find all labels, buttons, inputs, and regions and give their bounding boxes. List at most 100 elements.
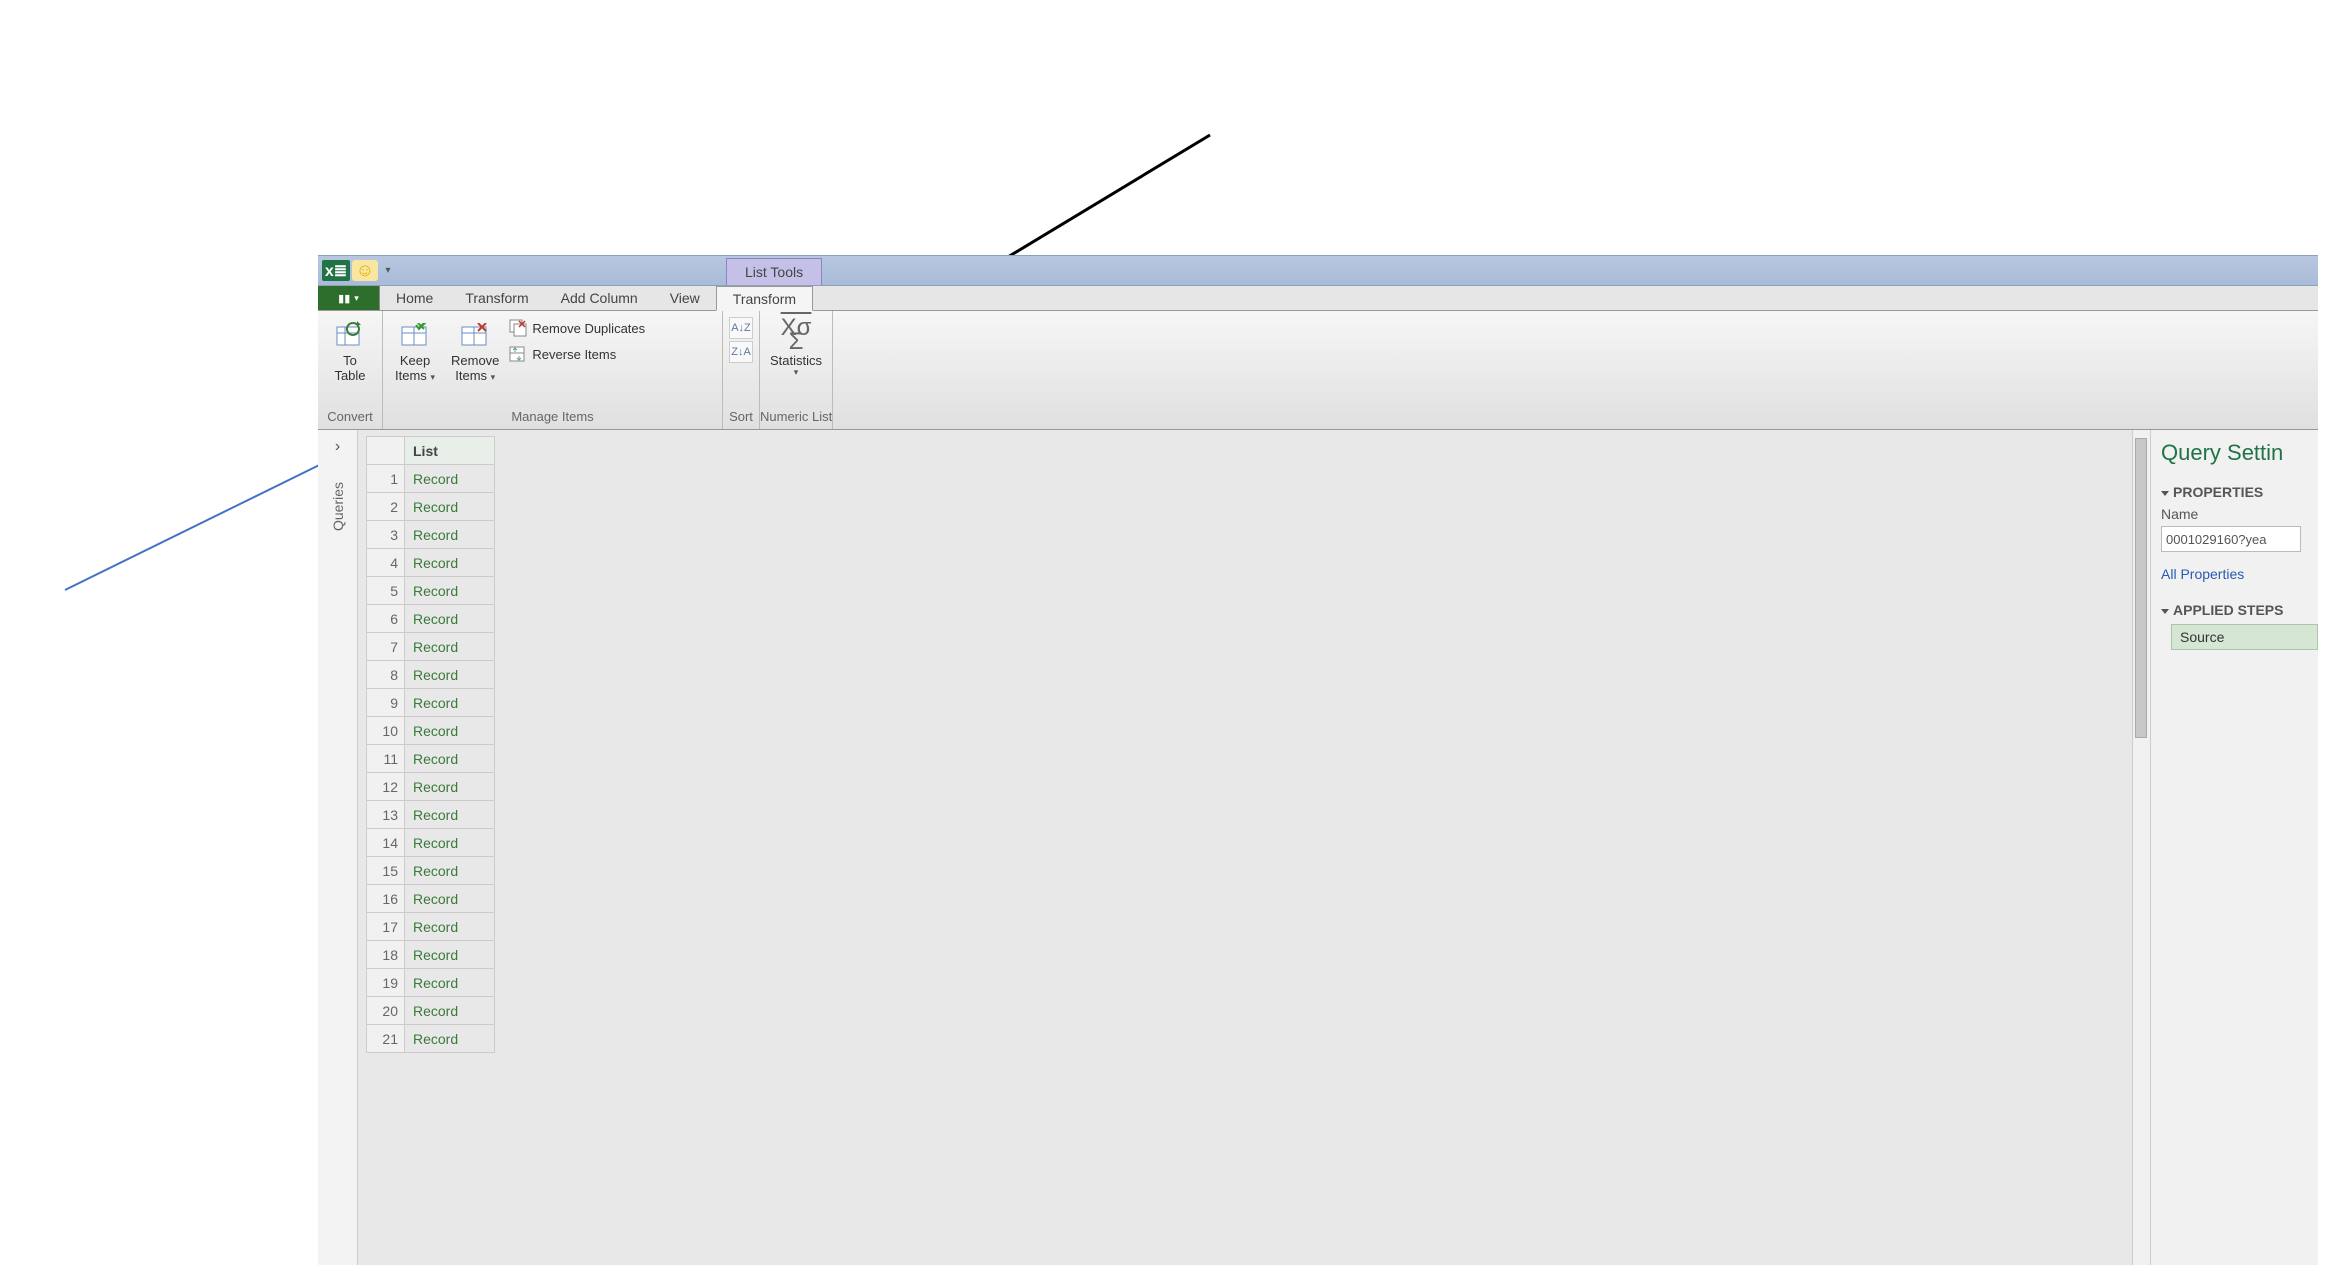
table-row[interactable]: 21Record	[367, 1025, 495, 1053]
name-input[interactable]	[2161, 526, 2301, 552]
statistics-label: Statistics	[770, 353, 822, 368]
table-row[interactable]: 17Record	[367, 913, 495, 941]
record-cell[interactable]: Record	[405, 549, 495, 577]
record-cell[interactable]: Record	[405, 605, 495, 633]
table-row[interactable]: 3Record	[367, 521, 495, 549]
record-cell[interactable]: Record	[405, 1025, 495, 1053]
table-row[interactable]: 6Record	[367, 605, 495, 633]
record-cell[interactable]: Record	[405, 521, 495, 549]
to-table-button[interactable]: To Table	[324, 315, 376, 385]
remove-items-icon	[460, 317, 490, 353]
table-row[interactable]: 14Record	[367, 829, 495, 857]
scrollbar-thumb[interactable]	[2135, 438, 2147, 738]
vertical-scrollbar[interactable]	[2132, 430, 2150, 1265]
table-row[interactable]: 4Record	[367, 549, 495, 577]
remove-items-button[interactable]: Remove Items ▾	[447, 315, 503, 385]
row-number[interactable]: 17	[367, 913, 405, 941]
table-row[interactable]: 11Record	[367, 745, 495, 773]
table-row[interactable]: 16Record	[367, 885, 495, 913]
keep-items-icon	[400, 317, 430, 353]
keep-items-label-1: Keep	[400, 353, 430, 368]
row-number[interactable]: 11	[367, 745, 405, 773]
file-tab[interactable]: ▮▮▾	[318, 286, 380, 310]
record-cell[interactable]: Record	[405, 465, 495, 493]
qat-dropdown[interactable]: ▾	[380, 256, 396, 285]
table-row[interactable]: 15Record	[367, 857, 495, 885]
data-grid[interactable]: List 1Record2Record3Record4Record5Record…	[366, 436, 495, 1053]
record-cell[interactable]: Record	[405, 689, 495, 717]
row-number[interactable]: 19	[367, 969, 405, 997]
row-number[interactable]: 7	[367, 633, 405, 661]
table-row[interactable]: 19Record	[367, 969, 495, 997]
all-properties-link[interactable]: All Properties	[2161, 566, 2318, 582]
record-cell[interactable]: Record	[405, 857, 495, 885]
record-cell[interactable]: Record	[405, 493, 495, 521]
table-row[interactable]: 9Record	[367, 689, 495, 717]
grid-corner[interactable]	[367, 437, 405, 465]
row-number[interactable]: 2	[367, 493, 405, 521]
row-number[interactable]: 6	[367, 605, 405, 633]
record-cell[interactable]: Record	[405, 969, 495, 997]
record-cell[interactable]: Record	[405, 717, 495, 745]
table-row[interactable]: 7Record	[367, 633, 495, 661]
row-number[interactable]: 12	[367, 773, 405, 801]
tab-view[interactable]: View	[654, 286, 716, 310]
row-number[interactable]: 21	[367, 1025, 405, 1053]
tab-add-column[interactable]: Add Column	[545, 286, 654, 310]
row-number[interactable]: 18	[367, 941, 405, 969]
record-cell[interactable]: Record	[405, 829, 495, 857]
tab-home[interactable]: Home	[380, 286, 449, 310]
row-number[interactable]: 13	[367, 801, 405, 829]
row-number[interactable]: 4	[367, 549, 405, 577]
sort-asc-button[interactable]: A↓Z	[729, 317, 753, 339]
chevron-right-icon[interactable]: ›	[335, 438, 340, 462]
record-cell[interactable]: Record	[405, 913, 495, 941]
reverse-items-button[interactable]: Reverse Items	[509, 343, 645, 365]
record-cell[interactable]: Record	[405, 745, 495, 773]
table-row[interactable]: 13Record	[367, 801, 495, 829]
row-number[interactable]: 1	[367, 465, 405, 493]
statistics-button[interactable]: Xσ Σ Statistics ▾	[766, 315, 826, 378]
record-cell[interactable]: Record	[405, 997, 495, 1025]
table-row[interactable]: 5Record	[367, 577, 495, 605]
data-grid-wrap: List 1Record2Record3Record4Record5Record…	[358, 430, 2132, 1265]
remove-duplicates-button[interactable]: Remove Duplicates	[509, 317, 645, 339]
record-cell[interactable]: Record	[405, 633, 495, 661]
row-number[interactable]: 10	[367, 717, 405, 745]
keep-items-button[interactable]: Keep Items ▾	[389, 315, 441, 385]
table-row[interactable]: 1Record	[367, 465, 495, 493]
applied-steps-section-header[interactable]: APPLIED STEPS	[2161, 602, 2318, 618]
properties-section-header[interactable]: PROPERTIES	[2161, 484, 2318, 500]
record-cell[interactable]: Record	[405, 801, 495, 829]
row-number[interactable]: 3	[367, 521, 405, 549]
table-row[interactable]: 2Record	[367, 493, 495, 521]
row-number[interactable]: 9	[367, 689, 405, 717]
row-number[interactable]: 16	[367, 885, 405, 913]
column-header-list[interactable]: List	[405, 437, 495, 465]
table-row[interactable]: 12Record	[367, 773, 495, 801]
sort-desc-button[interactable]: Z↓A	[729, 341, 753, 363]
to-table-label-1: To	[343, 353, 357, 368]
row-number[interactable]: 20	[367, 997, 405, 1025]
row-number[interactable]: 8	[367, 661, 405, 689]
row-number[interactable]: 5	[367, 577, 405, 605]
record-cell[interactable]: Record	[405, 577, 495, 605]
table-row[interactable]: 8Record	[367, 661, 495, 689]
table-row[interactable]: 10Record	[367, 717, 495, 745]
tab-transform[interactable]: Transform	[449, 286, 544, 310]
record-cell[interactable]: Record	[405, 885, 495, 913]
table-row[interactable]: 18Record	[367, 941, 495, 969]
record-cell[interactable]: Record	[405, 661, 495, 689]
smiley-icon[interactable]: ☺	[352, 260, 378, 281]
row-number[interactable]: 15	[367, 857, 405, 885]
statistics-icon: Xσ Σ	[781, 317, 812, 353]
queries-rail[interactable]: › Queries	[318, 430, 358, 1265]
query-settings-title: Query Settin	[2161, 440, 2318, 466]
record-cell[interactable]: Record	[405, 941, 495, 969]
record-cell[interactable]: Record	[405, 773, 495, 801]
ribbon-tabs: ▮▮▾ Home Transform Add Column View Trans…	[318, 286, 2318, 311]
row-number[interactable]: 14	[367, 829, 405, 857]
applied-step-source[interactable]: Source	[2171, 624, 2318, 650]
tab-context-transform[interactable]: Transform	[716, 286, 813, 311]
table-row[interactable]: 20Record	[367, 997, 495, 1025]
